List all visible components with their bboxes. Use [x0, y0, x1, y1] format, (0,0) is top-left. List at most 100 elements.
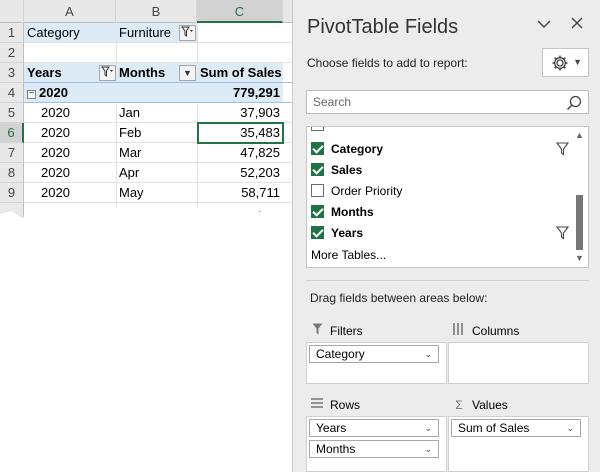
value-cell[interactable]: 37,903 — [197, 103, 283, 122]
row-header-7[interactable]: 7 — [0, 143, 24, 163]
spreadsheet: A B C 1 2 3 4 5 6 7 8 9 Category Furnitu… — [0, 0, 292, 472]
filters-area-title: Filters — [330, 324, 363, 338]
month-cell[interactable]: Jan — [116, 103, 197, 122]
row-header-6[interactable]: 6 — [0, 123, 24, 143]
close-button[interactable] — [566, 14, 588, 36]
row-header-8[interactable]: 8 — [0, 163, 24, 183]
rows-area-title: Rows — [330, 398, 361, 412]
filters-pill-category[interactable]: Category ⌄ — [309, 345, 439, 363]
columns-drop-zone[interactable] — [448, 342, 589, 384]
field-list: Category Sales Order Priority Months Yea… — [306, 126, 589, 268]
field-checkbox[interactable] — [311, 205, 324, 218]
funnel-icon — [181, 26, 193, 37]
close-icon — [571, 17, 583, 29]
values-area-title: Values — [472, 398, 508, 412]
filter-icon[interactable] — [556, 226, 569, 240]
year-cell[interactable]: 2020 — [38, 183, 116, 202]
field-item-order-priority[interactable]: Order Priority — [311, 181, 571, 201]
value-cell[interactable]: 52,203 — [197, 163, 283, 182]
search-input[interactable] — [307, 91, 557, 113]
chevron-down-icon — [537, 20, 551, 28]
value-cell[interactable]: 47,825 — [197, 143, 283, 162]
year-group-cell[interactable]: −2020 — [24, 83, 116, 102]
rows-pill-years[interactable]: Years ⌄ — [309, 419, 439, 437]
field-label: Order Priority — [331, 184, 403, 198]
row-header-2[interactable]: 2 — [0, 43, 24, 63]
year-cell[interactable]: 2020 — [38, 163, 116, 182]
year-group-label: 2020 — [39, 85, 68, 100]
value-cell[interactable]: 58,711 — [197, 183, 283, 202]
rows-pill-months[interactable]: Months ⌄ — [309, 440, 439, 458]
rows-drop-zone[interactable]: Years ⌄ Months ⌄ — [306, 416, 447, 472]
pivot-header-row: Years Months ▼ Sum of Sales — [24, 63, 292, 83]
field-item-partial[interactable] — [311, 127, 571, 135]
row-header-5[interactable]: 5 — [0, 103, 24, 123]
columns-icon — [452, 322, 466, 340]
pane-options-button[interactable] — [533, 14, 555, 36]
collapse-icon[interactable]: − — [27, 89, 36, 99]
field-checkbox[interactable] — [311, 127, 324, 131]
scroll-up-icon[interactable]: ▲ — [575, 130, 584, 140]
column-header-b[interactable]: B — [116, 0, 197, 23]
field-item-months[interactable]: Months — [311, 202, 571, 222]
year-group-row: −2020 779,291 — [24, 83, 292, 103]
year-cell[interactable]: 2020 — [38, 143, 116, 162]
field-item-sales[interactable]: Sales — [311, 160, 571, 180]
chevron-down-icon[interactable]: ⌄ — [424, 420, 432, 436]
month-cell[interactable]: Mar — [116, 143, 197, 162]
filter-field-cell[interactable]: Category — [24, 23, 116, 42]
months-dropdown-button[interactable]: ▼ — [179, 65, 196, 81]
row-header-9[interactable]: 9 — [0, 183, 24, 203]
row-header-4[interactable]: 4 — [0, 83, 24, 103]
select-all-corner[interactable] — [0, 0, 24, 23]
field-label: Category — [331, 142, 384, 156]
chevron-down-icon[interactable]: ⌄ — [566, 420, 574, 436]
chevron-down-icon[interactable]: ⌄ — [424, 346, 432, 362]
rows-icon — [310, 396, 324, 414]
field-checkbox[interactable] — [311, 184, 324, 197]
value-cell[interactable]: 61,732 — [197, 206, 283, 225]
value-cell[interactable]: 35,483 — [197, 123, 283, 142]
rows-area-header: Rows — [310, 396, 360, 414]
filter-dropdown-button[interactable] — [179, 25, 196, 41]
values-drop-zone[interactable]: Sum of Sales ⌄ — [448, 416, 589, 472]
scroll-down-icon[interactable]: ▼ — [575, 253, 584, 263]
search-field[interactable] — [306, 90, 589, 114]
row-header-3[interactable]: 3 — [0, 63, 24, 83]
field-label: Months — [331, 205, 374, 219]
table-row: 2020 Jan 37,903 — [24, 103, 292, 123]
chevron-down-icon[interactable]: ⌄ — [424, 441, 432, 457]
values-pill-sum-of-sales[interactable]: Sum of Sales ⌄ — [451, 419, 581, 437]
scroll-thumb[interactable] — [576, 195, 583, 250]
sum-of-sales-header[interactable]: Sum of Sales — [197, 63, 283, 82]
more-tables-link[interactable]: More Tables... — [311, 248, 386, 262]
table-row: 2020 Apr 52,203 — [24, 163, 292, 183]
filters-area-header: Filters — [310, 322, 363, 340]
search-icon[interactable] — [566, 95, 582, 111]
year-total-cell[interactable]: 779,291 — [197, 83, 283, 102]
field-list-scrollbar[interactable]: ▲ ▼ — [571, 127, 588, 267]
field-item-years[interactable]: Years — [311, 223, 571, 243]
column-header-a[interactable]: A — [24, 0, 116, 23]
row-header-1[interactable]: 1 — [0, 23, 24, 43]
year-cell[interactable]: 2020 — [38, 103, 116, 122]
columns-area-title: Columns — [472, 324, 520, 338]
field-checkbox[interactable] — [311, 226, 324, 239]
month-cell[interactable]: Feb — [116, 123, 197, 142]
filter-icon[interactable] — [556, 142, 569, 156]
year-cell[interactable]: 2020 — [38, 123, 116, 142]
field-item-category[interactable]: Category — [311, 139, 571, 159]
choose-fields-label: Choose fields to add to report: — [307, 56, 468, 70]
month-cell[interactable]: May — [116, 183, 197, 202]
field-checkbox[interactable] — [311, 163, 324, 176]
month-cell[interactable]: Apr — [116, 163, 197, 182]
empty-cell[interactable] — [116, 83, 197, 102]
filters-drop-zone[interactable]: Category ⌄ — [306, 342, 447, 384]
rows-area: Rows Years ⌄ Months ⌄ — [306, 394, 447, 472]
column-header-c[interactable]: C — [197, 0, 283, 23]
section-divider — [306, 280, 589, 281]
field-checkbox[interactable] — [311, 142, 324, 155]
tools-button[interactable]: ▼ — [542, 48, 589, 77]
years-filter-button[interactable] — [99, 65, 116, 81]
row-header-10 — [0, 203, 24, 225]
